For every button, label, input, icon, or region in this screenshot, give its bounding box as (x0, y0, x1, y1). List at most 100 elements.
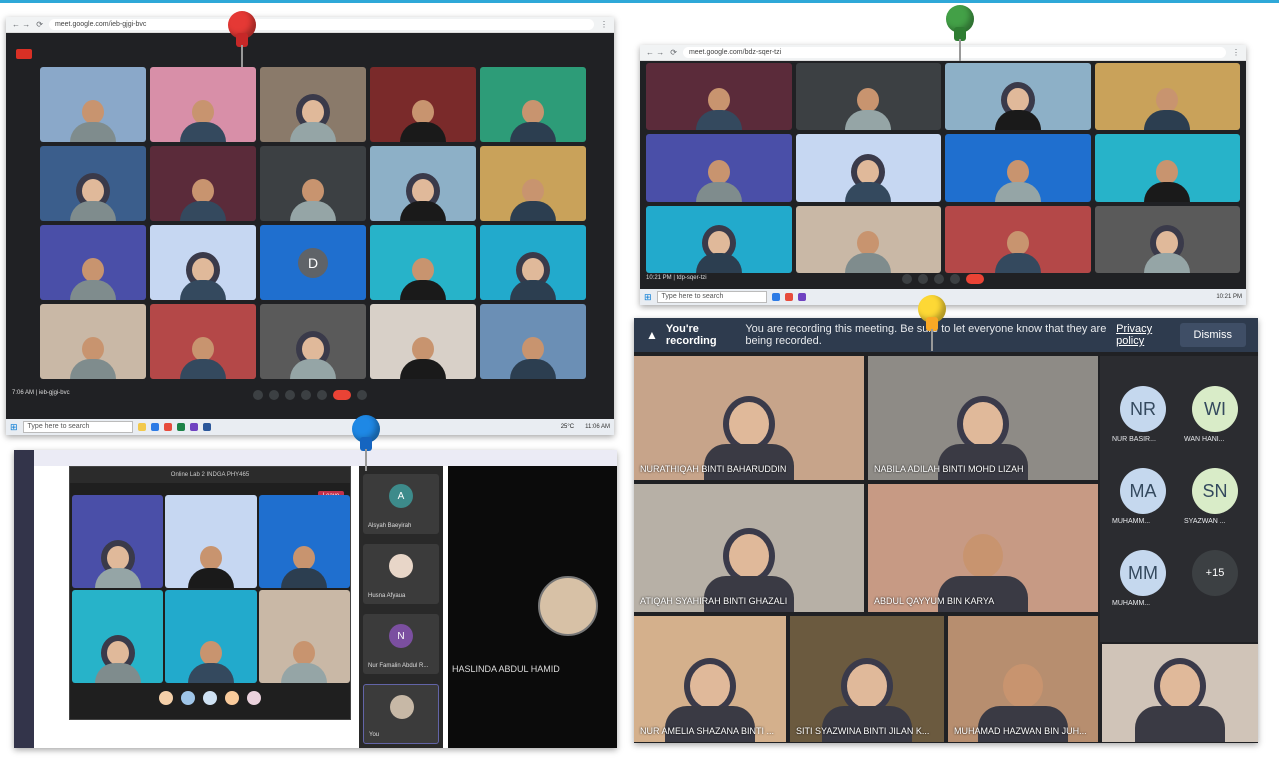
participant-tile[interactable] (480, 146, 586, 221)
participant-tile[interactable] (480, 304, 586, 379)
activities-button[interactable] (357, 390, 367, 400)
windows-icon[interactable]: ⊞ (10, 422, 18, 433)
back-icon[interactable]: ← → (646, 48, 664, 57)
participant-tile[interactable] (945, 205, 1091, 273)
participant-tile[interactable] (258, 495, 350, 588)
participant-tile[interactable]: NUR AMELIA SHAZANA BINTI ... (634, 616, 786, 742)
teams-icon[interactable] (189, 423, 198, 431)
teams-icon[interactable] (797, 293, 806, 301)
participant-tile[interactable] (1094, 205, 1240, 273)
reaction-icon[interactable] (247, 691, 261, 705)
participant-tile[interactable] (260, 304, 366, 379)
chrome-icon[interactable] (163, 423, 172, 431)
participant-tile[interactable] (945, 134, 1091, 202)
participant-tile[interactable] (258, 590, 350, 683)
present-button[interactable] (950, 274, 960, 284)
participant-tile[interactable] (40, 146, 146, 221)
participant-tile[interactable]: ABDUL QAYYUM BIN KARYA (868, 484, 1098, 612)
participant-tile[interactable] (72, 495, 164, 588)
sidebar-participant[interactable]: A Alsyah Baeyirah (363, 474, 439, 534)
participant-tile[interactable] (40, 67, 146, 142)
word-icon[interactable] (202, 423, 211, 431)
reaction-icon[interactable] (159, 691, 173, 705)
sidebar-participant[interactable]: N Nur Famalin Abdul R... (363, 614, 439, 674)
menu-icon[interactable]: ⋮ (600, 20, 608, 29)
participant-tile[interactable] (795, 63, 941, 131)
participant-tile[interactable]: NURATHIQAH BINTI BAHARUDDIN (634, 356, 864, 480)
reaction-icon[interactable] (203, 691, 217, 705)
participant-tile[interactable] (646, 63, 792, 131)
excel-icon[interactable] (176, 423, 185, 431)
participant-video (180, 179, 226, 221)
participant-tile[interactable] (40, 225, 146, 300)
participant-tile[interactable] (795, 134, 941, 202)
participant-tile[interactable] (1102, 644, 1258, 742)
participant-tile[interactable] (370, 225, 476, 300)
participant-avatar[interactable]: MM (1120, 550, 1166, 596)
captions-button[interactable] (934, 274, 944, 284)
reaction-icon[interactable] (181, 691, 195, 705)
participant-tile[interactable] (1094, 134, 1240, 202)
yellow-pin-icon (912, 295, 952, 351)
dismiss-button[interactable]: Dismiss (1179, 323, 1246, 347)
camera-button[interactable] (918, 274, 928, 284)
participant-tile[interactable] (150, 67, 256, 142)
mic-button[interactable] (253, 390, 263, 400)
chrome-icon[interactable] (784, 293, 793, 301)
edge-icon[interactable] (771, 293, 780, 301)
leave-call-button[interactable] (333, 390, 351, 400)
participant-tile[interactable] (150, 225, 256, 300)
participant-tile[interactable] (40, 304, 146, 379)
participant-tile[interactable]: SITI SYAZWINA BINTI JILAN K... (790, 616, 944, 742)
menu-icon[interactable]: ⋮ (1232, 48, 1240, 57)
camera-button[interactable] (269, 390, 279, 400)
edge-icon[interactable] (150, 423, 159, 431)
participant-tile[interactable] (260, 146, 366, 221)
participant-avatar[interactable]: NR (1120, 386, 1166, 432)
participant-tile[interactable] (370, 67, 476, 142)
taskbar-search[interactable]: Type here to search (656, 291, 767, 303)
participant-tile[interactable] (165, 495, 257, 588)
participant-tile[interactable] (1094, 63, 1240, 131)
participant-tile[interactable]: NABILA ADILAH BINTI MOHD LIZAH (868, 356, 1098, 480)
sidebar-participant[interactable]: Husna Afyaua (363, 544, 439, 604)
participant-tile[interactable] (165, 590, 257, 683)
leave-call-button[interactable] (966, 274, 984, 284)
participant-tile[interactable] (480, 225, 586, 300)
reload-icon[interactable]: ⟳ (670, 48, 677, 57)
participant-tile[interactable] (370, 304, 476, 379)
participant-tile[interactable] (646, 134, 792, 202)
participant-tile[interactable] (370, 146, 476, 221)
participant-tile[interactable]: ATIQAH SYAHIRAH BINTI GHAZALI (634, 484, 864, 612)
reload-icon[interactable]: ⟳ (36, 20, 43, 29)
participant-tile[interactable] (72, 590, 164, 683)
participant-tile[interactable] (480, 67, 586, 142)
url-field[interactable]: meet.google.com/ieb-gjgi-bvc (48, 19, 594, 30)
privacy-policy-link[interactable]: Privacy policy (1116, 323, 1171, 347)
back-icon[interactable]: ← → (12, 20, 30, 29)
folder-icon[interactable] (137, 423, 146, 431)
participant-tile[interactable] (150, 304, 256, 379)
taskbar-search[interactable]: Type here to search (22, 421, 133, 433)
participant-tile[interactable] (646, 205, 792, 273)
rec-badge (16, 49, 32, 59)
participant-avatar[interactable]: +15 (1192, 550, 1238, 596)
participant-tile[interactable]: D (260, 225, 366, 300)
participant-tile[interactable] (795, 205, 941, 273)
participant-avatar[interactable]: WI (1192, 386, 1238, 432)
participant-avatar[interactable]: MA (1120, 468, 1166, 514)
reaction-icon[interactable] (225, 691, 239, 705)
windows-icon[interactable]: ⊞ (644, 292, 652, 303)
participant-tile[interactable] (260, 67, 366, 142)
participant-tile[interactable]: MUHAMAD HAZWAN BIN JUH... (948, 616, 1098, 742)
participant-tile[interactable] (945, 63, 1091, 131)
mic-button[interactable] (902, 274, 912, 284)
sidebar-participant[interactable]: You (363, 684, 439, 744)
present-button[interactable] (301, 390, 311, 400)
captions-button[interactable] (285, 390, 295, 400)
more-button[interactable] (317, 390, 327, 400)
participant-avatar: A (389, 484, 413, 508)
participant-tile[interactable] (150, 146, 256, 221)
participant-avatar[interactable]: SN (1192, 468, 1238, 514)
participant-video (281, 641, 328, 683)
